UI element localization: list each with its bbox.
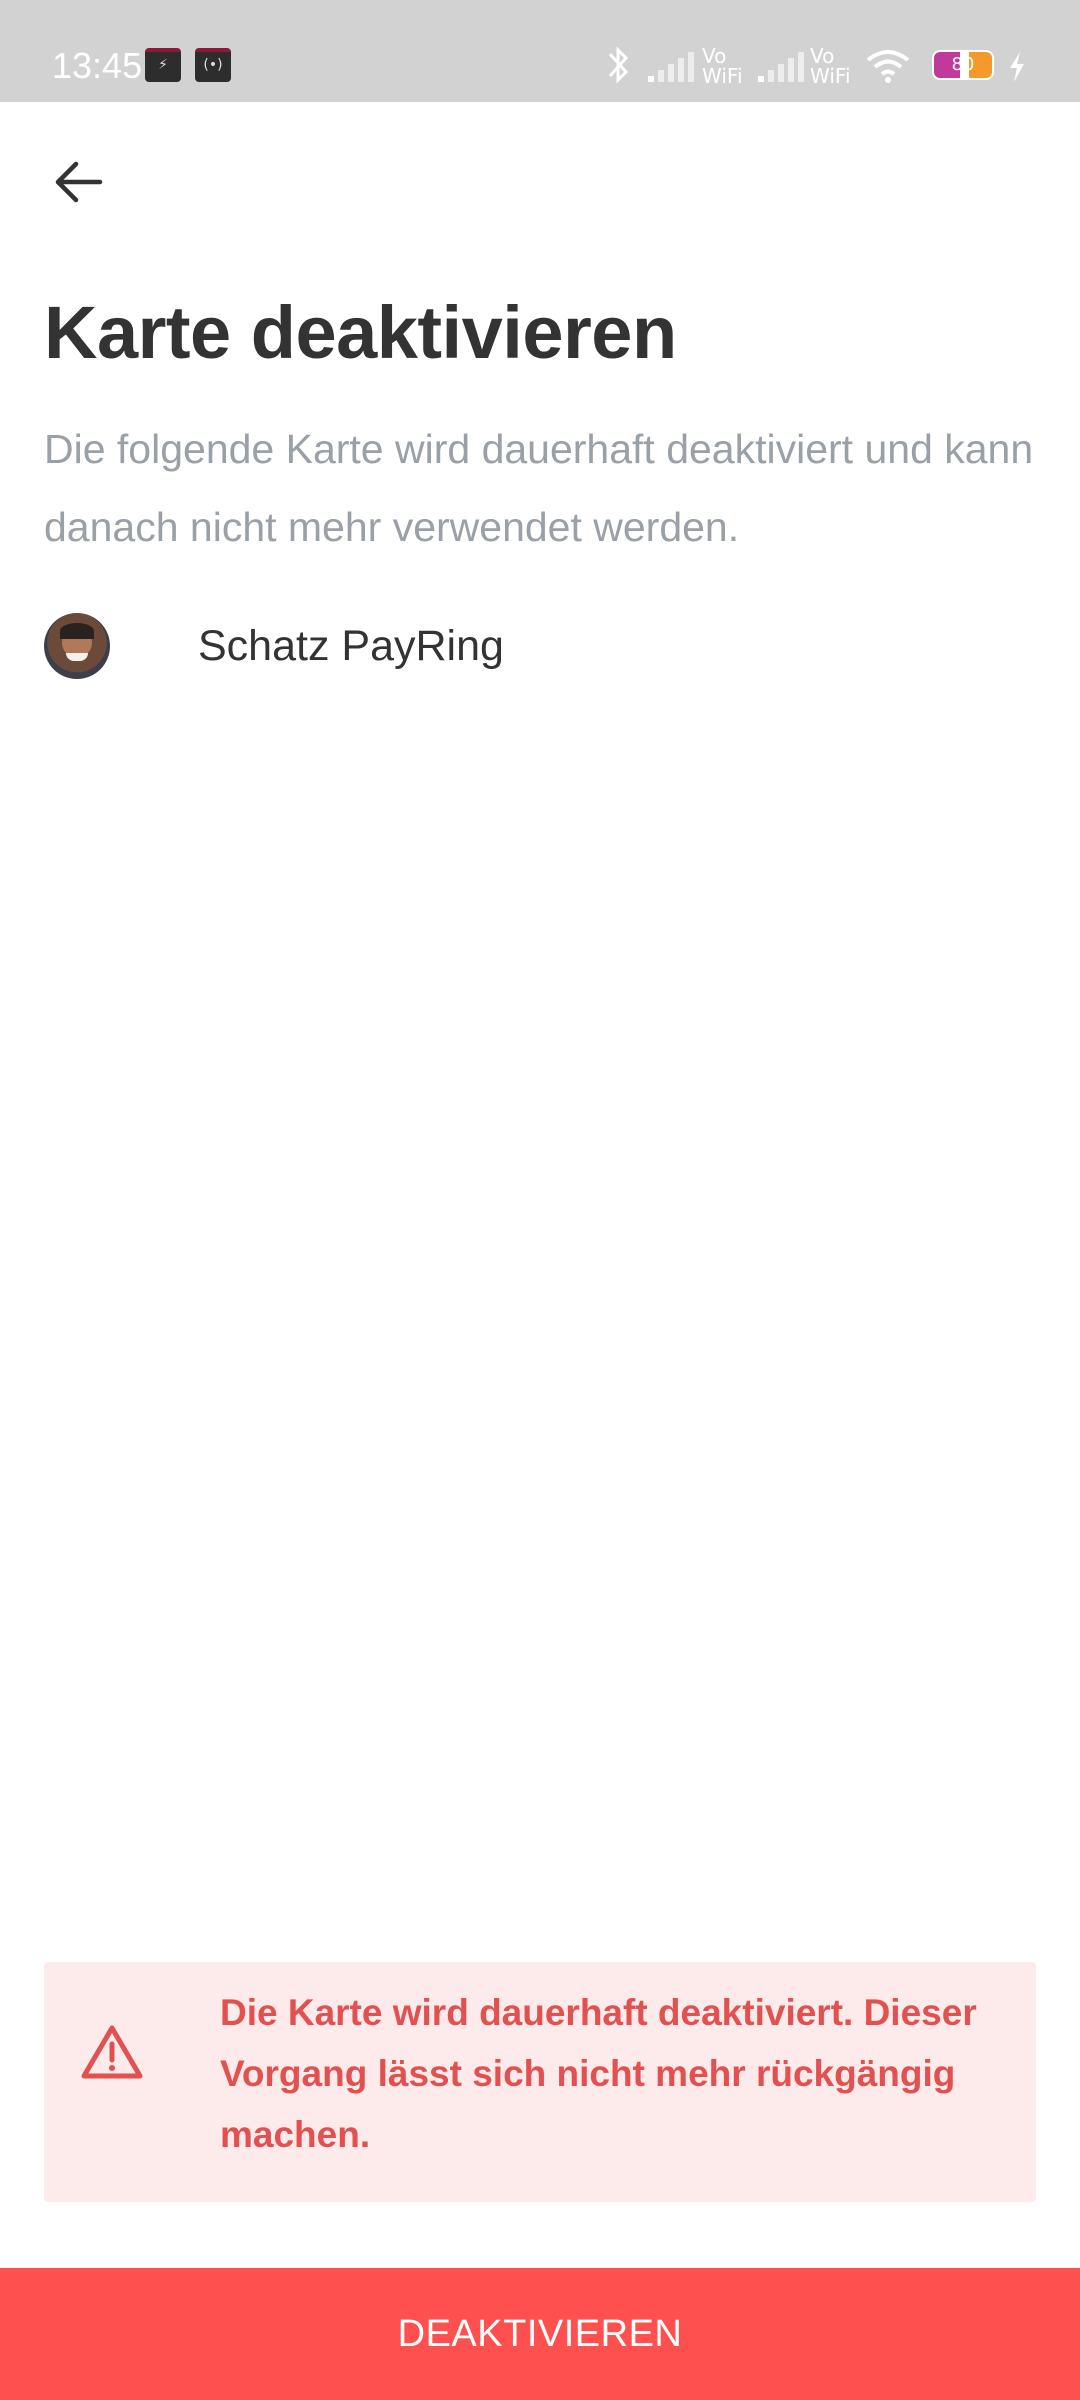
- signal-icon: [758, 52, 804, 82]
- warning-banner: Die Karte wird dauerhaft deaktiviert. Di…: [44, 1962, 1036, 2202]
- wifi-icon: [866, 50, 910, 83]
- back-button[interactable]: [36, 140, 120, 224]
- warning-triangle-icon: [81, 2025, 143, 2079]
- charging-icon: [1010, 52, 1024, 82]
- battery-icon: 80: [932, 50, 994, 80]
- notification-app-icon: ⚡: [145, 48, 181, 82]
- bluetooth-icon: [608, 46, 629, 84]
- deactivate-button[interactable]: DEAKTIVIEREN: [0, 2268, 1080, 2400]
- warning-text: Die Karte wird dauerhaft deaktiviert. Di…: [220, 1992, 977, 2155]
- arrow-left-icon: [55, 161, 103, 203]
- page-title: Karte deaktivieren: [44, 291, 677, 374]
- vowifi-label: Vo WiFi: [810, 44, 851, 88]
- card-item: Schatz PayRing: [44, 612, 1044, 680]
- status-time: 13:45: [52, 45, 143, 86]
- vowifi-label: Vo WiFi: [702, 44, 743, 88]
- screen: 13:45 ⚡ (•) Vo WiFi Vo WiFi 80 Karte dea…: [0, 0, 1080, 2400]
- status-bar: 13:45 ⚡ (•) Vo WiFi Vo WiFi 80: [0, 0, 1080, 102]
- card-name: Schatz PayRing: [198, 622, 504, 670]
- page-subtitle: Die folgende Karte wird dauerhaft deakti…: [44, 426, 1034, 550]
- avatar: [44, 613, 110, 679]
- signal-icon: [648, 52, 694, 82]
- notification-app-icon: (•): [195, 48, 231, 82]
- battery-level: 80: [951, 54, 975, 75]
